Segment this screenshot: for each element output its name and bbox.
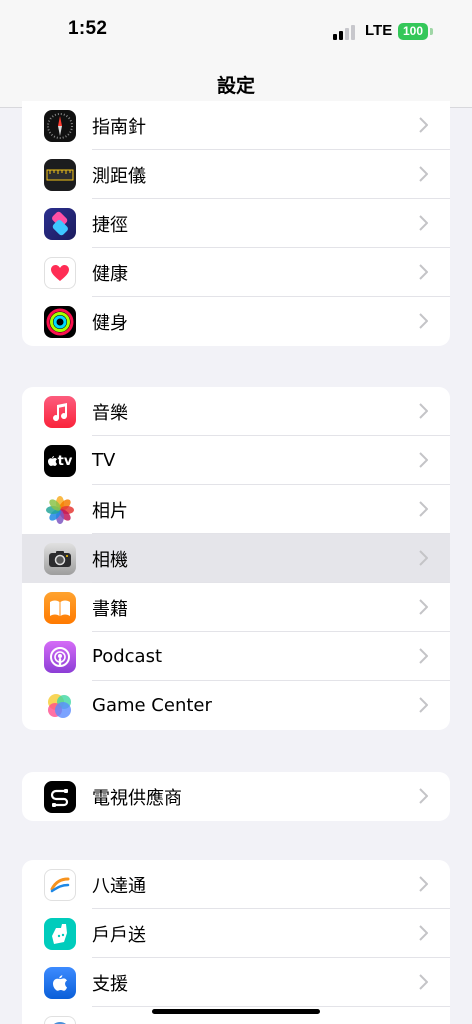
settings-row-music[interactable]: 音樂 <box>22 387 450 436</box>
settings-row-label: 健康 <box>92 263 128 285</box>
settings-row-podcast[interactable]: Podcast <box>22 632 450 681</box>
settings-row-measure[interactable]: 測距儀 <box>22 150 450 199</box>
chevron-right-icon <box>419 788 428 804</box>
chevron-right-icon <box>419 876 428 892</box>
settings-row-apple-support[interactable]: 支援 <box>22 958 450 1007</box>
settings-row-label: 八達通 <box>92 875 146 897</box>
tv-icon-text: tv <box>57 453 73 469</box>
settings-row-photos[interactable]: 相片 <box>22 485 450 534</box>
chevron-right-icon <box>419 599 428 615</box>
compass-icon <box>44 110 76 142</box>
chevron-right-icon <box>419 264 428 280</box>
chevron-right-icon <box>419 215 428 231</box>
battery-cap <box>430 28 433 35</box>
settings-row-label: 指南針 <box>92 116 146 138</box>
deliveroo-icon <box>44 918 76 950</box>
settings-row-label: 相機 <box>92 549 128 571</box>
books-icon <box>44 592 76 624</box>
settings-group-utilities: 指南針 測距儀 捷徑 健康 健身 <box>22 101 450 346</box>
settings-group-tv-provider: 電視供應商 <box>22 772 450 821</box>
chevron-right-icon <box>419 648 428 664</box>
chevron-right-icon <box>419 550 428 566</box>
settings-row-octopus[interactable]: 八達通 <box>22 860 450 909</box>
settings-row-books[interactable]: 書籍 <box>22 583 450 632</box>
settings-row-tv[interactable]: tv TV <box>22 436 450 485</box>
settings-row-camera[interactable]: 相機 <box>22 534 450 583</box>
settings-row-tv-provider[interactable]: 電視供應商 <box>22 772 450 821</box>
tv-icon: tv <box>44 445 76 477</box>
settings-group-third-party-apps: 八達通 戶戶送 支援 <box>22 860 450 1024</box>
chevron-right-icon <box>419 313 428 329</box>
octopus-icon <box>44 869 76 901</box>
chevron-right-icon <box>419 501 428 517</box>
settings-row-label: 健身 <box>92 312 128 334</box>
home-indicator[interactable] <box>152 1009 320 1014</box>
settings-row-game-center[interactable]: Game Center <box>22 681 450 730</box>
tv-provider-icon <box>44 781 76 813</box>
game-center-icon <box>44 690 76 722</box>
settings-row-label: Game Center <box>92 695 212 716</box>
measure-icon <box>44 159 76 191</box>
status-time: 1:52 <box>68 18 108 39</box>
app-icon <box>44 1016 76 1024</box>
settings-row-fitness[interactable]: 健身 <box>22 297 450 346</box>
settings-row-label: 支援 <box>92 973 128 995</box>
shortcuts-icon <box>44 208 76 240</box>
fitness-icon <box>44 306 76 338</box>
chevron-right-icon <box>419 166 428 182</box>
settings-row-label: 電視供應商 <box>92 787 182 809</box>
settings-row-shortcuts[interactable]: 捷徑 <box>22 199 450 248</box>
settings-row-compass[interactable]: 指南針 <box>22 101 450 150</box>
settings-row-health[interactable]: 健康 <box>22 248 450 297</box>
chevron-right-icon <box>419 403 428 419</box>
cellular-signal-icon <box>333 24 357 40</box>
status-bar: 1:52 LTE 100 <box>0 0 472 60</box>
settings-row-label: 書籍 <box>92 598 128 620</box>
settings-row-deliveroo[interactable]: 戶戶送 <box>22 909 450 958</box>
settings-row-label: Podcast <box>92 646 163 667</box>
chevron-right-icon <box>419 925 428 941</box>
battery-icon: 100 <box>398 23 428 40</box>
settings-row-label: 音樂 <box>92 402 128 424</box>
chevron-right-icon <box>419 452 428 468</box>
settings-row-label: 測距儀 <box>92 165 146 187</box>
page-title: 設定 <box>216 75 255 97</box>
settings-row-label: 相片 <box>92 500 128 522</box>
chevron-right-icon <box>419 117 428 133</box>
settings-row-label: TV <box>92 450 116 471</box>
network-type: LTE <box>365 22 393 39</box>
settings-row-label: 捷徑 <box>92 214 128 236</box>
settings-group-media: 音樂 tv TV 相片 相機 書籍 Podcast Game Center <box>22 387 450 730</box>
chevron-right-icon <box>419 697 428 713</box>
chevron-right-icon <box>419 974 428 990</box>
podcast-icon <box>44 641 76 673</box>
camera-icon <box>44 543 76 575</box>
apple-support-icon <box>44 967 76 999</box>
music-icon <box>44 396 76 428</box>
settings-row-label: 戶戶送 <box>92 924 146 946</box>
health-icon <box>44 257 76 289</box>
photos-icon <box>44 494 76 526</box>
